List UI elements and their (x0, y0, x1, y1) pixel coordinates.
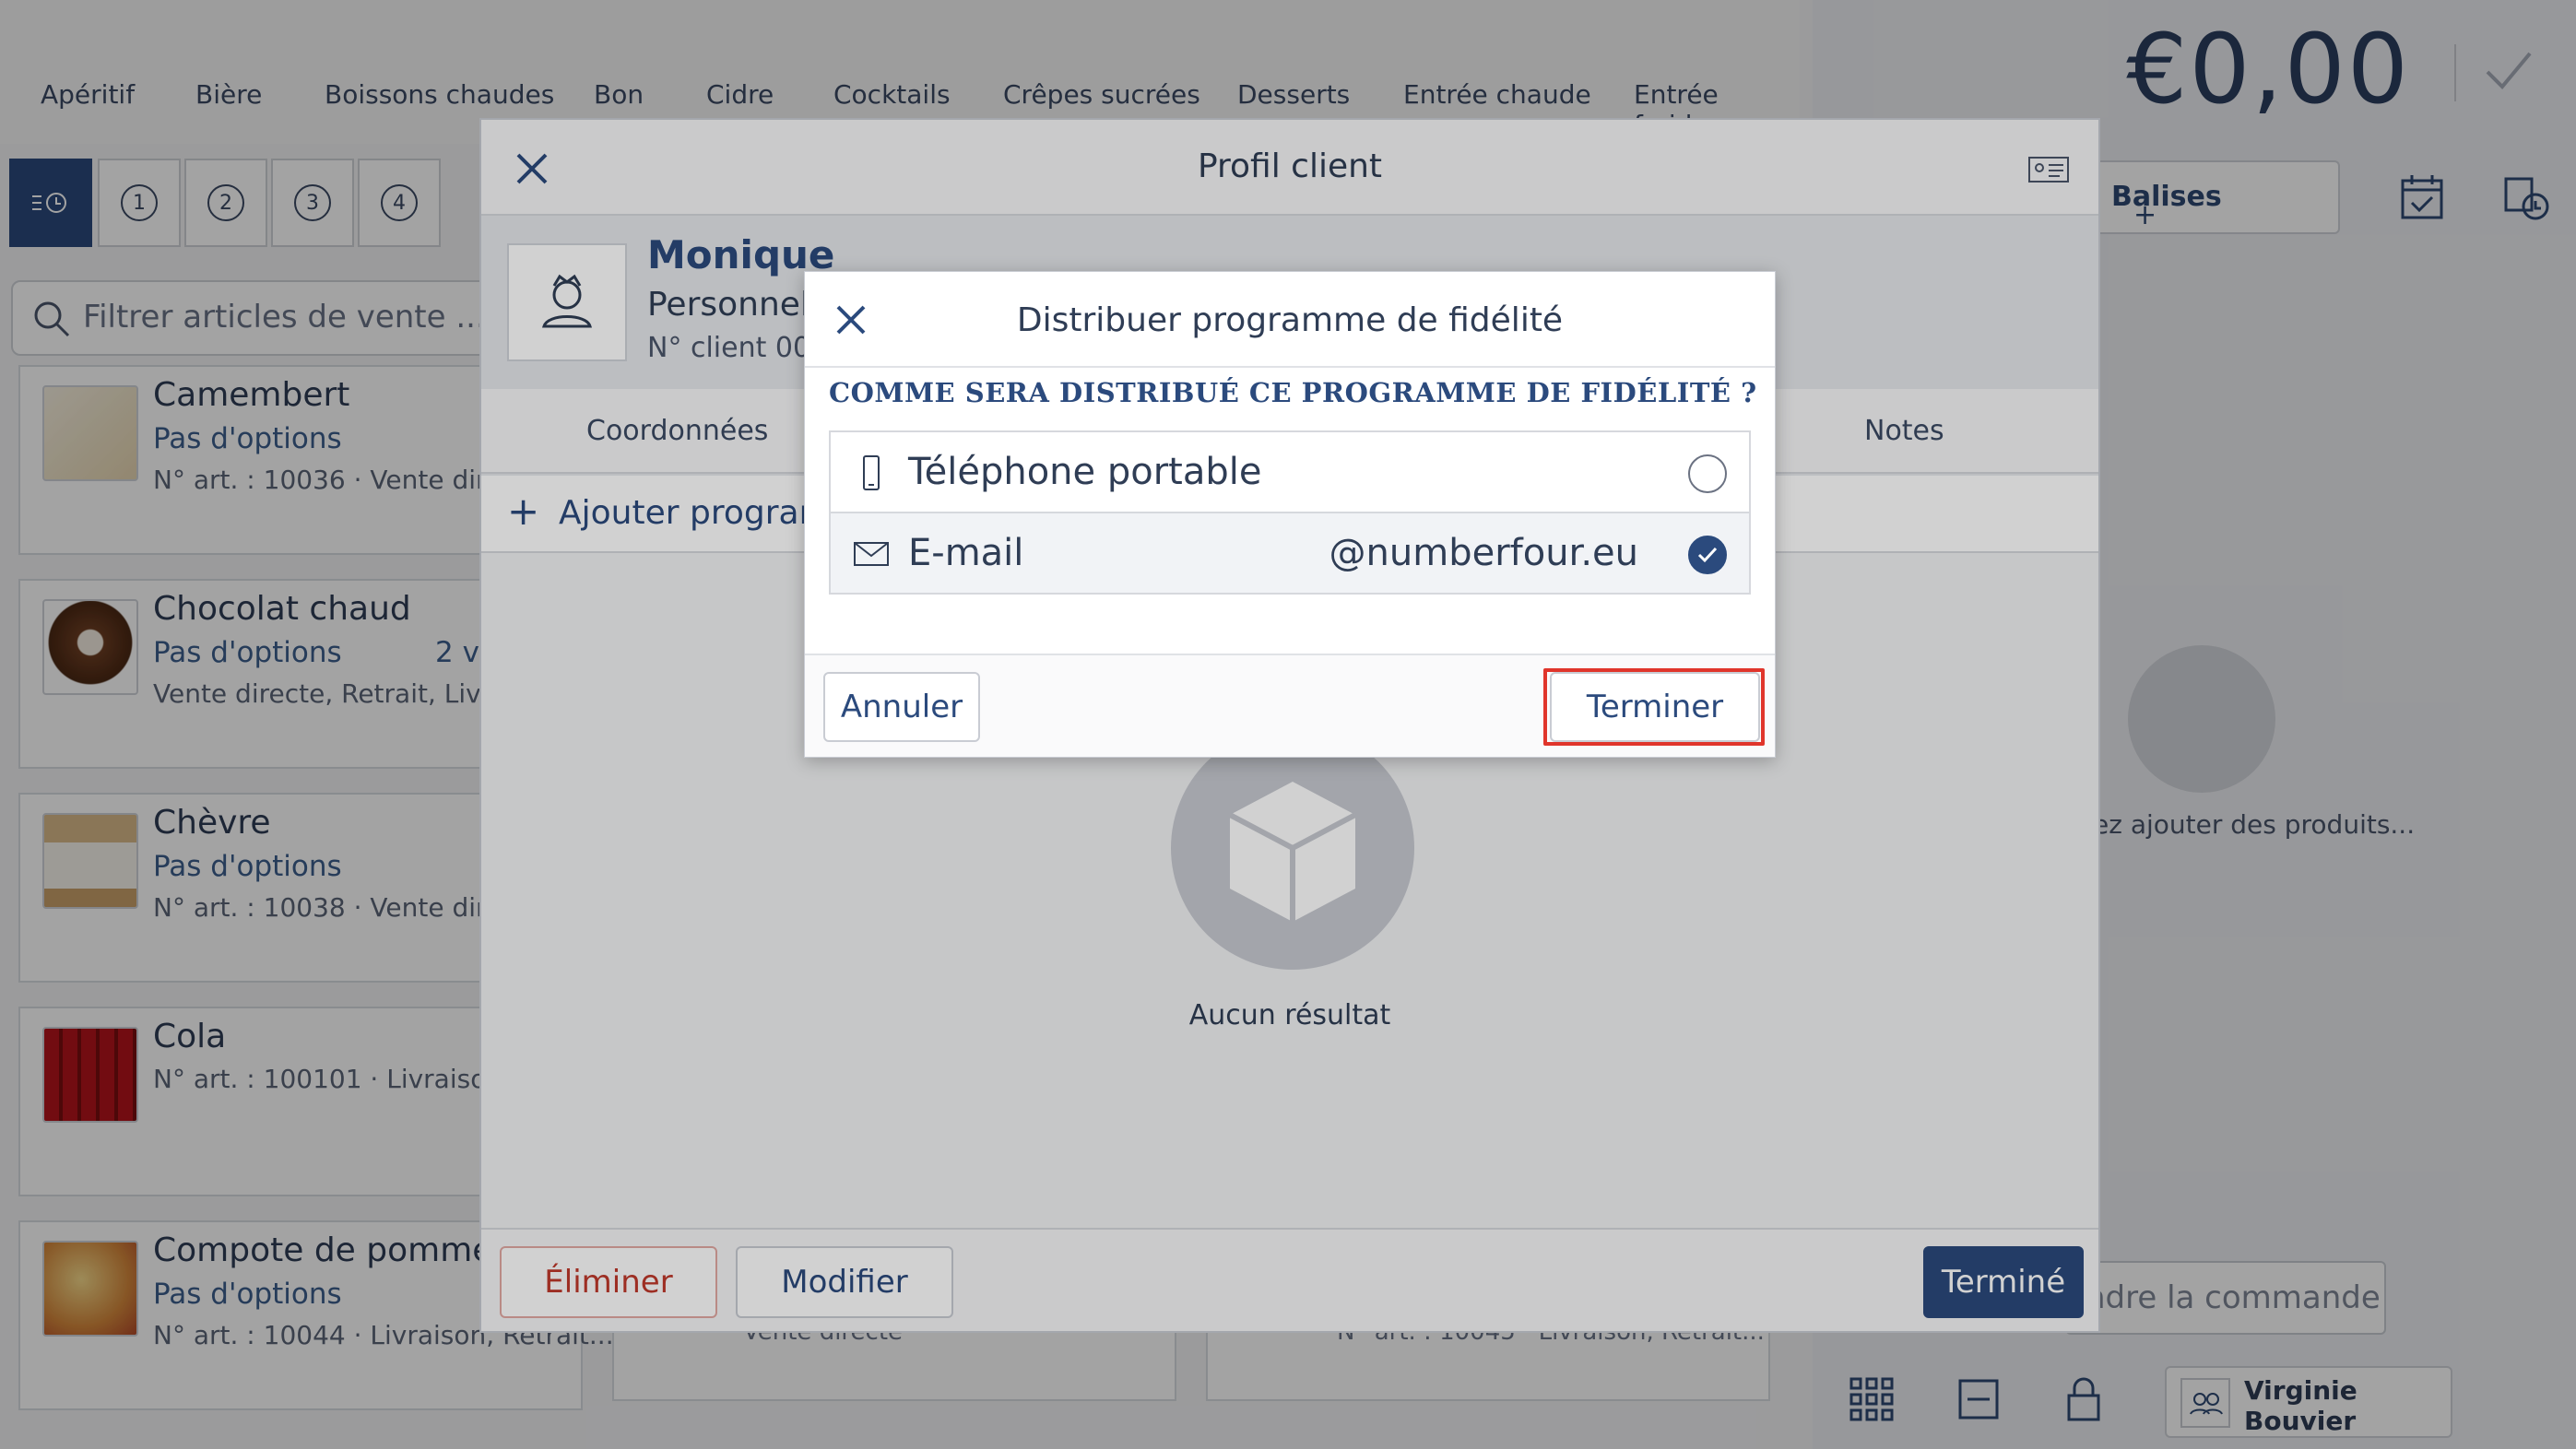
pos-app: Apéritif Bière Boissons chaudes Bon Cidr… (0, 0, 2576, 1449)
option-label: E-mail (908, 532, 1024, 574)
mobile-phone-icon (863, 455, 880, 490)
dialog-question: COMME SERA DISTRIBUÉ CE PROGRAMME DE FID… (829, 377, 1757, 408)
option-label: Téléphone portable (908, 451, 1262, 493)
dialog-header: Distribuer programme de fidélité (805, 272, 1775, 368)
radio-button[interactable] (1688, 454, 1727, 493)
highlight-box (1543, 668, 1765, 746)
cancel-button[interactable]: Annuler (823, 672, 980, 742)
dialog-title: Distribuer programme de fidélité (1016, 301, 1564, 339)
option-mobile-phone[interactable]: Téléphone portable (829, 430, 1751, 513)
email-value: @numberfour.eu (1329, 532, 1638, 574)
envelope-icon (854, 542, 889, 566)
radio-button-checked[interactable] (1688, 536, 1727, 574)
check-icon (1697, 547, 1718, 563)
option-email[interactable]: E-mail @numberfour.eu (829, 512, 1751, 595)
